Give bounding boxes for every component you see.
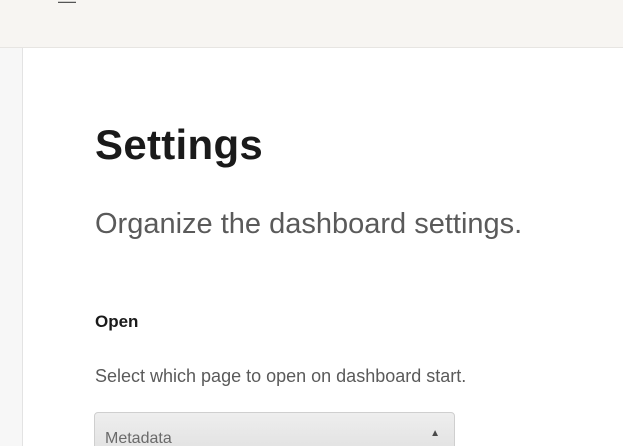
top-bar-mark: —: [58, 0, 76, 11]
top-bar: —: [0, 0, 623, 48]
settings-content: Settings Organize the dashboard settings…: [23, 48, 623, 446]
open-page-select[interactable]: Metadata ▲: [94, 412, 455, 446]
open-page-select-value: Metadata: [105, 430, 172, 446]
settings-page: — Settings Organize the dashboard settin…: [0, 0, 623, 446]
open-section-heading: Open: [95, 312, 139, 331]
side-strip: [0, 48, 23, 446]
open-section-description: Select which page to open on dashboard s…: [95, 366, 467, 386]
page-title: Settings: [95, 121, 264, 168]
chevron-up-icon: ▲: [430, 428, 440, 439]
page-subtitle: Organize the dashboard settings.: [95, 208, 523, 240]
